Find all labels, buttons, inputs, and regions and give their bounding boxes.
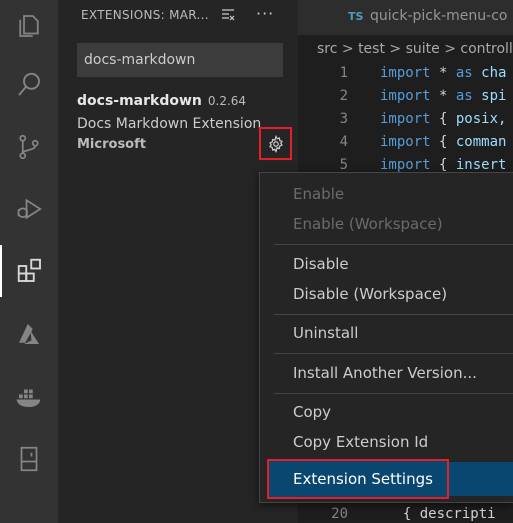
code-line: 20 { descripti bbox=[298, 503, 513, 523]
line-number: 2 bbox=[339, 88, 348, 104]
breadcrumb[interactable]: src > test > suite > controlle bbox=[298, 35, 513, 63]
menu-item-disable[interactable]: Disable bbox=[267, 249, 513, 279]
editor-tab-bar: TS quick-pick-menu-co bbox=[298, 0, 513, 35]
menu-separator bbox=[274, 244, 513, 245]
explorer-icon[interactable] bbox=[0, 0, 58, 52]
more-actions-icon[interactable]: ··· bbox=[256, 4, 274, 23]
menu-item-uninstall[interactable]: Uninstall bbox=[267, 318, 513, 348]
code-text: { descripti bbox=[402, 506, 496, 522]
code-line: 3 import { posix, bbox=[298, 108, 513, 131]
code-line: 4 import { comman bbox=[298, 131, 513, 154]
run-debug-icon[interactable] bbox=[0, 183, 58, 235]
menu-item-copy-extension-id[interactable]: Copy Extension Id bbox=[267, 427, 513, 457]
code-text: import * as spi bbox=[380, 88, 507, 104]
line-number: 4 bbox=[339, 134, 348, 150]
extension-context-menu: Enable Enable (Workspace) Disable Disabl… bbox=[259, 172, 513, 503]
menu-separator bbox=[274, 353, 513, 354]
menu-separator bbox=[274, 393, 513, 394]
extension-name[interactable]: docs-markdown 0.2.64 bbox=[77, 93, 246, 109]
menu-item-enable-workspace: Enable (Workspace) bbox=[293, 215, 443, 233]
code-line: 1 import * as cha bbox=[298, 62, 513, 85]
docker-icon[interactable] bbox=[0, 371, 58, 423]
line-number: 20 bbox=[331, 506, 348, 522]
line-number: 3 bbox=[339, 111, 348, 127]
editor-tab-label: quick-pick-menu-co bbox=[370, 8, 508, 24]
clear-extensions-search-icon[interactable] bbox=[220, 6, 236, 22]
line-number: 1 bbox=[339, 65, 348, 81]
code-text: import * as cha bbox=[380, 65, 507, 81]
menu-separator bbox=[274, 314, 513, 315]
menu-item-disable-workspace[interactable]: Disable (Workspace) bbox=[267, 279, 513, 309]
activity-bar bbox=[0, 0, 58, 523]
manage-gear-button[interactable] bbox=[259, 127, 292, 160]
menu-item-enable: Enable bbox=[293, 185, 345, 203]
menu-item-install-another-version[interactable]: Install Another Version... bbox=[267, 358, 513, 388]
extensions-search-input[interactable] bbox=[77, 43, 283, 77]
extension-description: Docs Markdown Extension bbox=[77, 116, 262, 132]
code-text: import { posix, bbox=[380, 111, 507, 127]
extensions-icon[interactable] bbox=[0, 245, 58, 297]
code-line: 2 import * as spi bbox=[298, 85, 513, 108]
extension-publisher: Microsoft bbox=[77, 137, 146, 152]
extension-version: 0.2.64 bbox=[207, 94, 247, 108]
sidebar-title: EXTENSIONS: MAR... bbox=[81, 8, 209, 22]
azure-icon[interactable] bbox=[0, 308, 58, 360]
menu-item-copy[interactable]: Copy bbox=[267, 397, 513, 427]
source-control-icon[interactable] bbox=[0, 121, 58, 173]
remote-explorer-icon[interactable] bbox=[0, 433, 58, 485]
search-icon[interactable] bbox=[0, 59, 58, 111]
gear-icon bbox=[268, 134, 283, 153]
code-text: import { comman bbox=[380, 134, 507, 150]
menu-item-extension-settings[interactable]: Extension Settings bbox=[267, 459, 449, 499]
typescript-file-icon: TS bbox=[348, 10, 364, 23]
